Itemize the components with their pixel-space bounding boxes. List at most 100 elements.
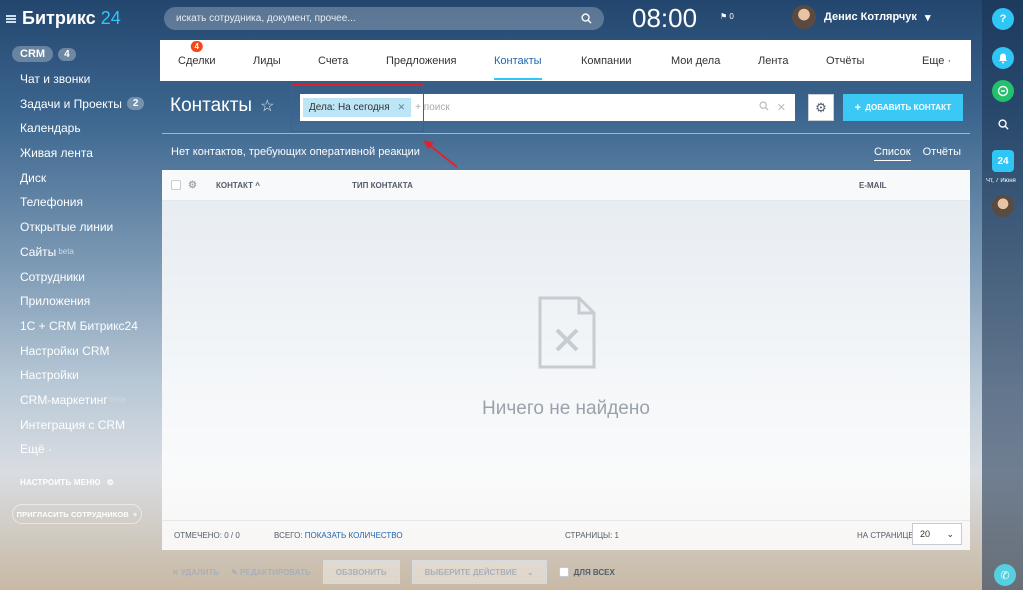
global-search-input[interactable]: искать сотрудника, документ, прочее...: [164, 7, 604, 30]
column-contact[interactable]: КОНТАКТ ^: [216, 181, 260, 190]
per-page-select[interactable]: 20 ⌄: [912, 523, 962, 545]
pages-value[interactable]: 1: [615, 531, 619, 540]
logo[interactable]: Битрикс 24: [6, 8, 121, 29]
sidebar-item-label: Календарь: [20, 121, 81, 136]
calendar-date: Чт, 7 Июня: [986, 178, 1016, 184]
search-icon[interactable]: [759, 101, 769, 111]
search-icon[interactable]: [992, 113, 1014, 135]
delete-button[interactable]: ✕ УДАЛИТЬ: [172, 568, 219, 577]
pages-info: СТРАНИЦЫ: 1: [565, 531, 619, 540]
search-icon[interactable]: [581, 13, 592, 24]
help-icon[interactable]: ?: [992, 8, 1014, 30]
tab[interactable]: Лиды: [253, 55, 281, 67]
flag-counter[interactable]: ⚑ 0: [720, 12, 734, 21]
column-contact-label: КОНТАКТ: [216, 180, 254, 190]
sidebar-item-crm[interactable]: CRM 4: [0, 42, 160, 67]
for-all-checkbox[interactable]: [558, 567, 569, 577]
sidebar-item[interactable]: Телефония: [0, 190, 160, 215]
beta-badge: beta: [109, 395, 126, 405]
tab-label: Контакты: [494, 54, 542, 67]
avatar[interactable]: [992, 195, 1014, 217]
search-placeholder: искать сотрудника, документ, прочее...: [176, 13, 356, 24]
empty-file-icon: [538, 296, 596, 369]
star-icon[interactable]: ☆: [260, 96, 274, 116]
sidebar-item-label: Сайты: [20, 244, 57, 259]
sidebar-item[interactable]: Задачи и Проекты 2: [0, 91, 160, 116]
sidebar-item[interactable]: Диск: [0, 165, 160, 190]
for-all-checkbox-wrap[interactable]: ДЛЯ ВСЕХ: [558, 567, 615, 577]
view-list-tab[interactable]: Список: [874, 146, 911, 161]
tab[interactable]: Еще ·: [922, 55, 951, 67]
sidebar-item[interactable]: Календарь: [0, 116, 160, 141]
crm-label: CRM: [12, 46, 54, 63]
calendar-icon[interactable]: 24: [992, 150, 1014, 172]
sidebar-item[interactable]: Чат и звонки: [0, 67, 160, 92]
filter-search-input[interactable]: + поиск: [411, 102, 759, 113]
add-contact-button[interactable]: + ДОБАВИТЬ КОНТАКТ: [843, 94, 963, 121]
show-count-link[interactable]: ПОКАЗАТЬ КОЛИЧЕСТВО: [305, 531, 403, 540]
messenger-icon[interactable]: [992, 80, 1014, 102]
tab[interactable]: Мои дела: [671, 55, 720, 67]
view-switch: Список Отчёты: [874, 146, 961, 161]
setup-menu-link[interactable]: НАСТРОИТЬ МЕНЮ ⚙: [20, 478, 114, 487]
user-menu[interactable]: Денис Котлярчук ▾: [792, 5, 930, 29]
plus-icon: +: [854, 101, 862, 114]
tab-label: Лиды: [253, 54, 281, 67]
sidebar-item[interactable]: 1С + CRM Битрикс24: [0, 314, 160, 339]
per-page-value: 20: [920, 529, 931, 539]
view-reports-tab[interactable]: Отчёты: [923, 146, 961, 161]
divider: [162, 133, 970, 134]
sidebar-item[interactable]: Приложения: [0, 289, 160, 314]
tab[interactable]: Компании: [581, 55, 632, 67]
sidebar-item[interactable]: Открытые линии: [0, 215, 160, 240]
sidebar-item-label: Приложения: [20, 294, 91, 309]
phone-icon[interactable]: ✆: [994, 564, 1016, 586]
clear-icon[interactable]: ✕: [777, 101, 786, 114]
sidebar-item-label: Открытые линии: [20, 220, 114, 235]
notice-text: Нет контактов, требующих оперативной реа…: [171, 146, 420, 158]
bell-icon[interactable]: [992, 47, 1014, 69]
tab-label: Счета: [318, 54, 349, 67]
sidebar-item[interactable]: Настройки CRM: [0, 338, 160, 363]
sidebar-item-label: Ещё ·: [20, 442, 52, 457]
tab[interactable]: Предложения: [386, 55, 457, 67]
tab-label: Отчёты: [826, 54, 865, 67]
sidebar-item[interactable]: Ещё ·: [0, 437, 160, 462]
tab[interactable]: Отчёты: [826, 55, 864, 67]
gear-icon[interactable]: ⚙: [188, 180, 197, 191]
sidebar-item[interactable]: Живая лента: [0, 141, 160, 166]
tab[interactable]: Лента: [758, 55, 788, 67]
sidebar-item[interactable]: Настройки: [0, 363, 160, 388]
tab[interactable]: Контакты: [494, 54, 542, 80]
select-all-checkbox[interactable]: [171, 180, 181, 190]
column-type[interactable]: ТИП КОНТАКТА: [352, 181, 413, 190]
count-badge: 2: [126, 97, 145, 111]
clock[interactable]: 08:00: [632, 3, 697, 34]
edit-button[interactable]: ✎ РЕДАКТИРОВАТЬ: [231, 568, 311, 577]
annotation-arrow: [423, 140, 458, 168]
grid-footer: ОТМЕЧЕНО: 0 / 0 ВСЕГО: ПОКАЗАТЬ КОЛИЧЕСТ…: [162, 520, 970, 550]
sidebar-item-label: Сотрудники: [20, 269, 85, 284]
per-page-label: НА СТРАНИЦЕ:: [857, 531, 916, 540]
logo-text: Битрикс 24: [22, 8, 121, 28]
action-select[interactable]: ВЫБЕРИТЕ ДЕЙСТВИЕ ⌄: [411, 560, 547, 584]
sidebar-item[interactable]: Интеграция с CRM: [0, 412, 160, 437]
invite-button[interactable]: ПРИГЛАСИТЬ СОТРУДНИКОВ +: [12, 504, 142, 524]
sidebar-item[interactable]: Сайты beta: [0, 240, 160, 265]
pencil-icon: ✎: [231, 567, 238, 577]
sidebar-item-label: Интеграция с CRM: [20, 417, 126, 432]
sidebar-item[interactable]: CRM-маркетинг beta: [0, 388, 160, 413]
marked-label: ОТМЕЧЕНО:: [174, 531, 222, 540]
tab[interactable]: Сделки 4: [178, 40, 216, 67]
sidebar-menu: CRM 4 Чат и звонки Задачи и Проекты 2 Кален…: [0, 42, 160, 462]
column-email[interactable]: E-MAIL: [859, 181, 887, 190]
sidebar-item-label: Задачи и Проекты: [20, 96, 122, 111]
marked-count: ОТМЕЧЕНО: 0 / 0: [174, 531, 240, 540]
tab[interactable]: Счета: [318, 55, 348, 67]
chevron-down-icon: ▾: [924, 11, 931, 24]
call-button[interactable]: ОБЗВОНИТЬ: [322, 560, 400, 584]
settings-gear-button[interactable]: ⚙: [808, 94, 834, 121]
sidebar-item[interactable]: Сотрудники: [0, 264, 160, 289]
user-name: Денис Котлярчук: [824, 11, 917, 23]
menu-burger-icon[interactable]: [6, 14, 16, 23]
